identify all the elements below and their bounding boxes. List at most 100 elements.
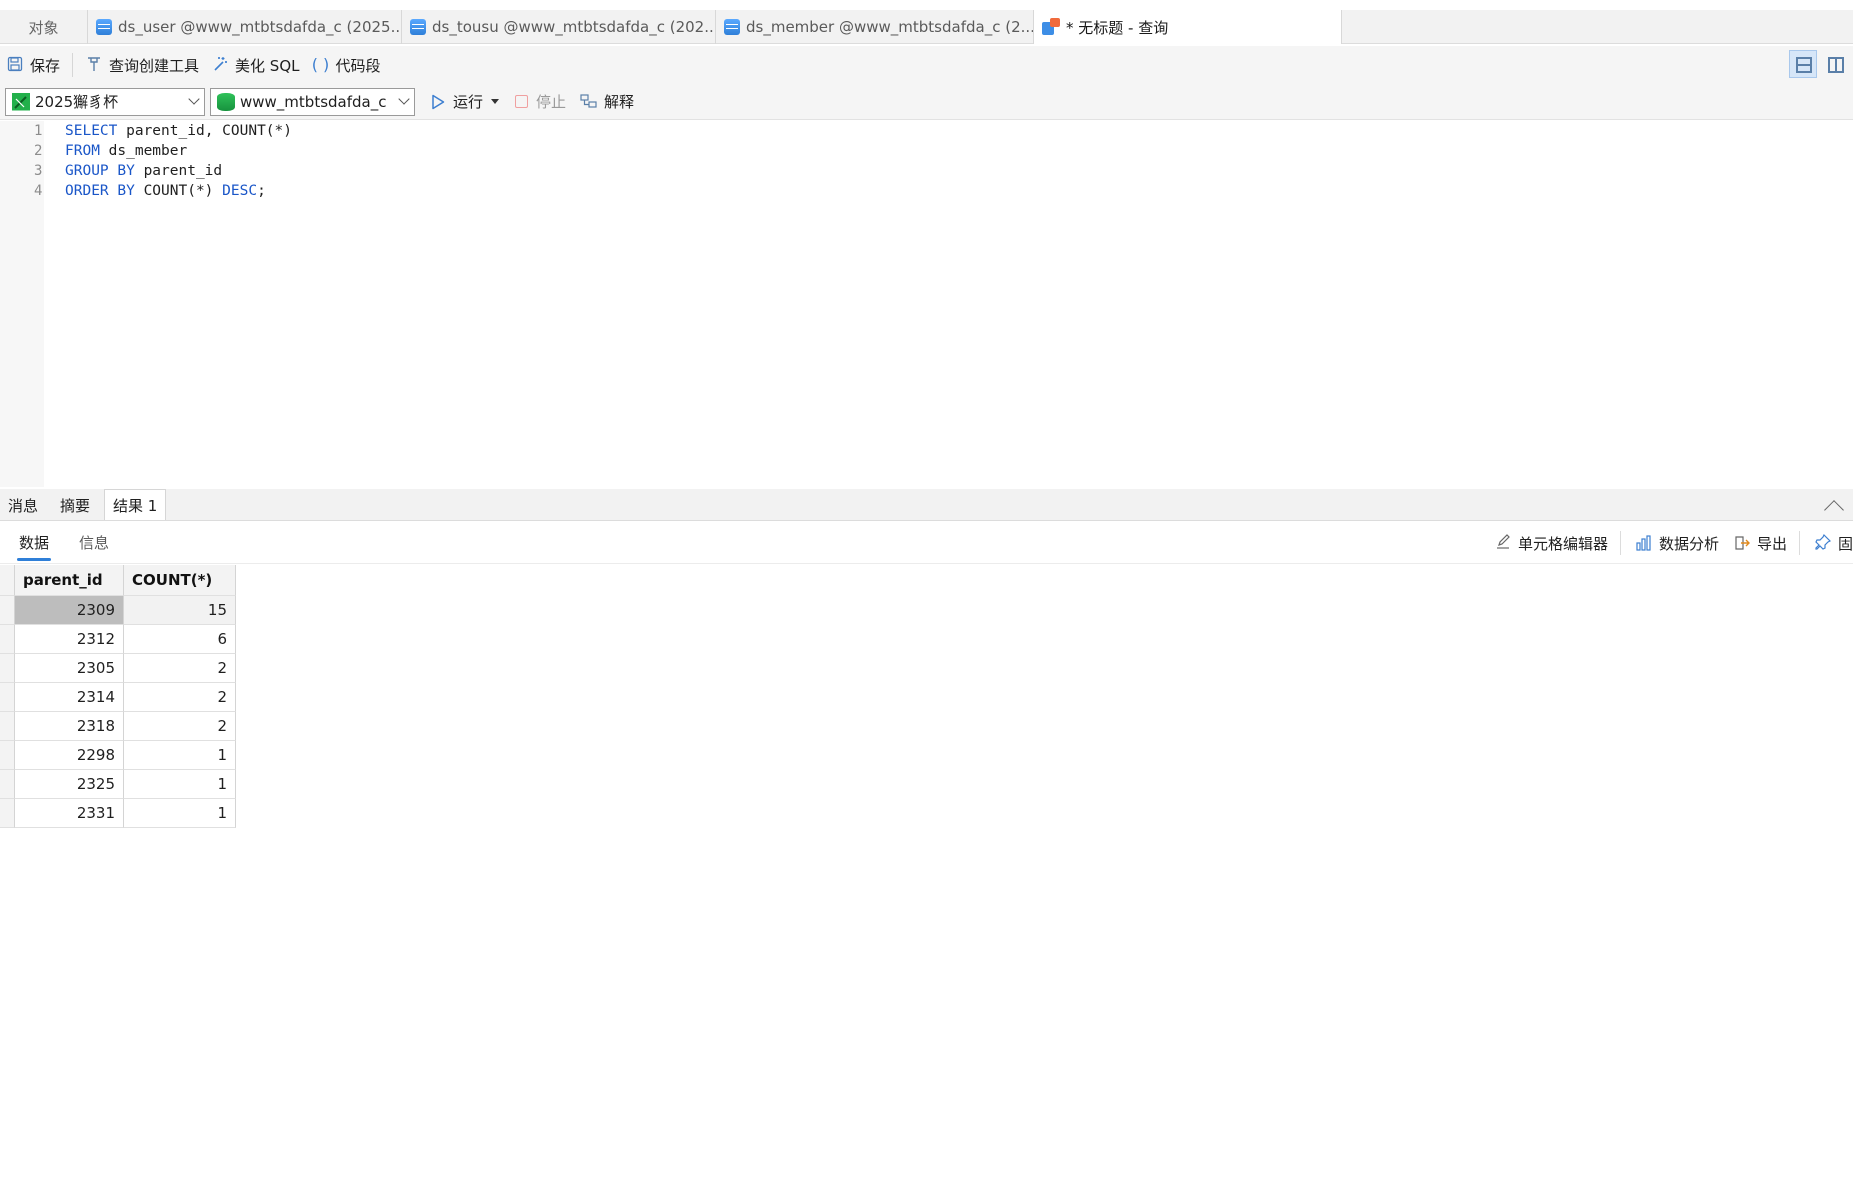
export-label: 导出 (1756, 534, 1787, 553)
table-cell[interactable]: 1 (124, 741, 236, 770)
save-icon (6, 56, 24, 74)
export-button[interactable]: 导出 (1733, 530, 1787, 556)
tab-ds-tousu[interactable]: ds_tousu @www_mtbtsdafda_c (202... (402, 10, 716, 44)
divider (1619, 531, 1621, 555)
table-cell[interactable]: 2 (124, 654, 236, 683)
beautify-sql-label: 美化 SQL (235, 56, 300, 75)
database-name: www_mtbtsdafda_c (240, 92, 387, 111)
code-line: ORDER BY COUNT(*) DESC; (65, 181, 266, 201)
line-number: 3 (34, 163, 43, 179)
caret-down-icon[interactable] (491, 99, 500, 104)
tab-ds-user[interactable]: ds_user @www_mtbtsdafda_c (2025... (88, 10, 402, 44)
run-label: 运行 (453, 93, 484, 111)
row-header[interactable] (0, 596, 15, 625)
layout-horizontal-button[interactable] (1789, 50, 1817, 78)
stop-button[interactable]: 停止 (515, 91, 566, 112)
table-cell[interactable]: 2 (124, 712, 236, 741)
code-line: GROUP BY parent_id (65, 161, 222, 181)
explain-button[interactable]: 解释 (580, 91, 634, 112)
editor-tab-bar: 对象 ds_user @www_mtbtsdafda_c (2025... ds… (0, 10, 1853, 44)
edit-icon (1494, 534, 1512, 552)
table-cell[interactable]: 2331 (15, 799, 124, 828)
table-icon (96, 19, 112, 35)
table-icon (724, 19, 740, 35)
sql-text: ds_member (99, 143, 188, 159)
code-line: SELECT parent_id, COUNT(*) (65, 121, 292, 141)
column-header-count[interactable]: COUNT(*) (124, 565, 236, 596)
subtab-data[interactable]: 数据 (16, 532, 52, 561)
split-horizontal-icon (1796, 57, 1812, 73)
pin-icon (1814, 533, 1832, 552)
table-cell[interactable]: 1 (124, 799, 236, 828)
run-button[interactable]: 运行 (427, 88, 503, 116)
tab-objects[interactable]: 对象 (0, 10, 88, 44)
tab-label: * 无标题 - 查询 (1066, 18, 1169, 37)
result-tools: 单元格编辑器 数据分析 导出 固 (1480, 530, 1853, 556)
pin-button[interactable]: 固 (1814, 530, 1853, 556)
code-snippet-label: 代码段 (335, 56, 381, 75)
table-cell[interactable]: 1 (124, 770, 236, 799)
play-icon (431, 94, 445, 110)
subtab-info-label: 信息 (79, 534, 110, 552)
tab-result-1-label: 结果 1 (113, 496, 158, 515)
tab-label: ds_user @www_mtbtsdafda_c (2025... (118, 18, 402, 36)
split-vertical-icon (1828, 57, 1844, 73)
cell-editor-label: 单元格编辑器 (1517, 534, 1608, 553)
table-cell[interactable]: 2314 (15, 683, 124, 712)
query-toolbar: 保存 查询创建工具 美化 SQL ( ) 代码段 (0, 46, 1853, 84)
data-analysis-button[interactable]: 数据分析 (1635, 530, 1719, 556)
sql-keyword: GROUP BY (65, 163, 135, 179)
code-snippet-button[interactable]: ( ) 代码段 (306, 50, 387, 80)
layout-vertical-button[interactable] (1821, 50, 1849, 78)
connection-toolbar: 2025獬豸杯 www_mtbtsdafda_c 运行 停止 解释 (0, 84, 1853, 120)
export-icon (1733, 534, 1751, 552)
table-cell[interactable]: 6 (124, 625, 236, 654)
stop-icon (515, 95, 529, 108)
sql-keyword: SELECT (65, 123, 118, 139)
pin-label: 固 (1837, 534, 1853, 553)
layout-toggle-group (1789, 50, 1853, 78)
line-number: 2 (34, 143, 43, 159)
row-header[interactable] (0, 654, 15, 683)
table-cell[interactable]: 2298 (15, 741, 124, 770)
tab-ds-member[interactable]: ds_member @www_mtbtsdafda_c (2... (716, 10, 1034, 44)
row-header[interactable] (0, 683, 15, 712)
data-analysis-label: 数据分析 (1658, 534, 1719, 553)
database-select[interactable]: www_mtbtsdafda_c (210, 87, 415, 116)
chart-icon (1635, 534, 1653, 552)
table-cell[interactable]: 2 (124, 683, 236, 712)
result-subtoolbar: 数据 信息 单元格编辑器 数据分析 导出 固 (0, 522, 1853, 564)
table-cell[interactable]: 2309 (15, 596, 124, 625)
row-header[interactable] (0, 741, 15, 770)
table-cell[interactable]: 15 (124, 596, 236, 625)
connection-icon (12, 92, 30, 111)
table-cell[interactable]: 2318 (15, 712, 124, 741)
sql-editor[interactable]: 1 2 3 4 SELECT parent_id, COUNT(*) FROM … (0, 121, 1853, 487)
tab-message[interactable]: 消息 (0, 490, 46, 520)
row-header[interactable] (0, 799, 15, 828)
subtab-info[interactable]: 信息 (79, 532, 109, 553)
explain-label: 解释 (604, 93, 635, 111)
save-button[interactable]: 保存 (0, 50, 66, 80)
query-builder-button[interactable]: 查询创建工具 (79, 50, 205, 80)
table-cell[interactable]: 2305 (15, 654, 124, 683)
tab-summary[interactable]: 摘要 (52, 490, 98, 520)
chevron-down-icon (398, 92, 410, 105)
beautify-sql-button[interactable]: 美化 SQL (205, 50, 305, 80)
chevron-up-icon[interactable] (1824, 500, 1844, 520)
connection-name: 2025獬豸杯 (35, 93, 119, 111)
row-header[interactable] (0, 770, 15, 799)
table-cell[interactable]: 2325 (15, 770, 124, 799)
table-cell[interactable]: 2312 (15, 625, 124, 654)
tab-result-1[interactable]: 结果 1 (104, 489, 167, 520)
tab-untitled-query[interactable]: * 无标题 - 查询 (1034, 10, 1342, 44)
explain-icon (580, 93, 598, 111)
divider (1798, 531, 1800, 555)
database-icon (217, 92, 235, 111)
row-header[interactable] (0, 712, 15, 741)
column-header-parent-id[interactable]: parent_id (15, 565, 124, 596)
cell-editor-button[interactable]: 单元格编辑器 (1494, 530, 1608, 556)
row-header[interactable] (0, 625, 15, 654)
query-icon (1042, 18, 1060, 36)
connection-select[interactable]: 2025獬豸杯 (5, 87, 205, 116)
